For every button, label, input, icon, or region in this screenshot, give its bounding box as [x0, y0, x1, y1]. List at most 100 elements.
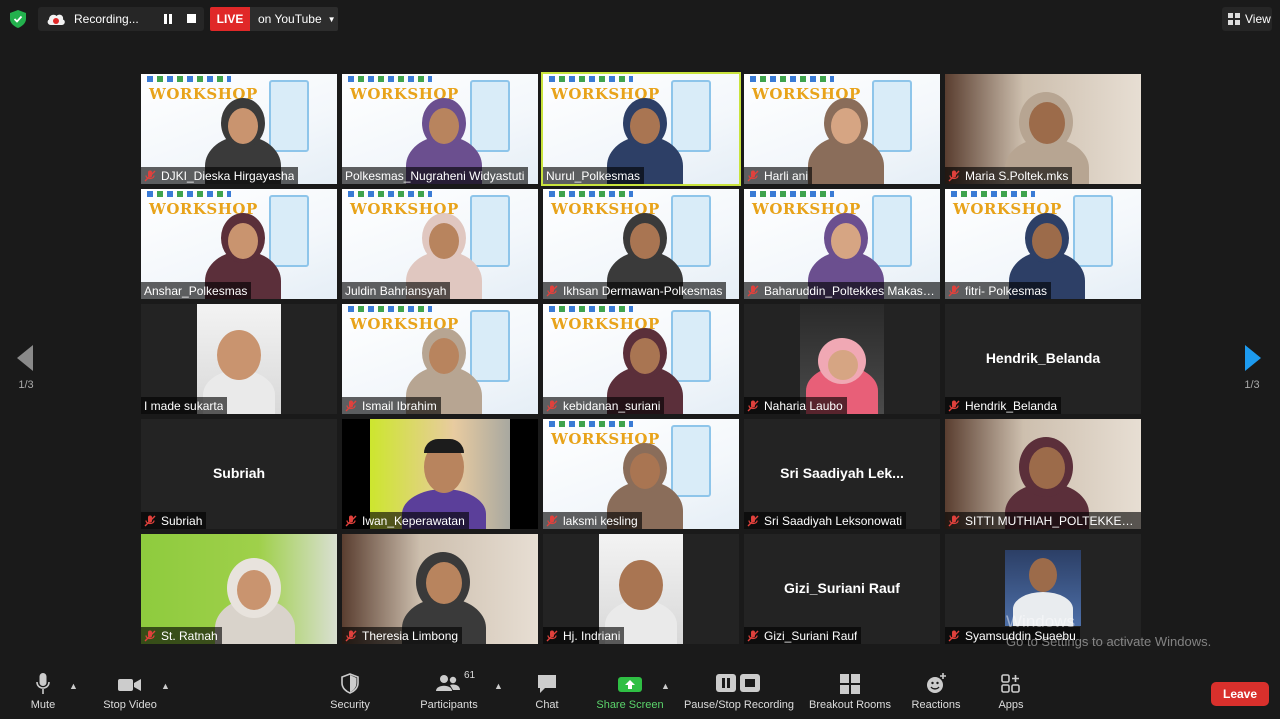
participant-name-bar: Ikhsan Dermawan-Polkesmas	[543, 282, 727, 299]
share-options-caret[interactable]: ▲	[661, 681, 670, 691]
muted-microphone-icon	[948, 285, 960, 296]
muted-microphone-icon	[747, 630, 759, 641]
participant-name-bar: Sri Saadiyah Leksonowati	[744, 512, 907, 529]
muted-microphone-icon	[948, 630, 960, 641]
participant-name: Maria S.Poltek.mks	[965, 168, 1069, 183]
pause-recording-icon[interactable]	[163, 14, 173, 24]
participant-name: Baharuddin_Poltekkes Makass...	[764, 283, 936, 298]
stop-video-button[interactable]: Stop Video	[100, 673, 160, 711]
participant-display-name: Hendrik_Belanda	[985, 350, 1101, 366]
participant-name-bar: Hendrik_Belanda	[945, 397, 1062, 414]
participant-tile[interactable]: WORKSHOP Ismail Ibrahim	[342, 304, 538, 414]
participant-tile[interactable]: WORKSHOP Harli ani	[744, 74, 940, 184]
participant-tile[interactable]: Sri Saadiyah Lek... Sri Saadiyah Leksonow…	[744, 419, 940, 529]
participant-tile[interactable]: I made sukarta	[141, 304, 337, 414]
participant-name-bar: Maria S.Poltek.mks	[945, 167, 1073, 184]
cloud-recording-icon	[47, 14, 65, 25]
participant-display-name: Sri Saadiyah Lek...	[780, 465, 904, 481]
participant-tile[interactable]: WORKSHOP Baharuddin_Poltekkes Makass...	[744, 189, 940, 299]
participant-name-bar: Ismail Ibrahim	[342, 397, 441, 414]
participant-tile[interactable]: WORKSHOP Anshar_Polkesmas	[141, 189, 337, 299]
participant-name: fitri- Polkesmas	[965, 283, 1048, 298]
participant-tile[interactable]: Gizi_Suriani Rauf Gizi_Suriani Rauf	[744, 534, 940, 644]
muted-microphone-icon	[345, 400, 357, 411]
participant-name-bar: Naharia Laubo	[744, 397, 847, 414]
participant-name: Subriah	[161, 513, 203, 528]
stop-video-label: Stop Video	[103, 699, 157, 711]
participant-tile[interactable]: Maria S.Poltek.mks	[945, 74, 1141, 184]
live-platform-label: on YouTube	[258, 12, 322, 26]
participant-name-bar: SITTI MUTHIAH_POLTEKKES ...	[945, 512, 1141, 529]
participant-tile[interactable]: Hendrik_Belanda Hendrik_Belanda	[945, 304, 1141, 414]
pause-stop-recording-button[interactable]: Pause/Stop Recording	[682, 673, 796, 711]
muted-microphone-icon	[345, 630, 357, 641]
participants-button[interactable]: 61 Participants	[418, 670, 480, 711]
breakout-rooms-button[interactable]: Breakout Rooms	[808, 673, 892, 711]
participant-name-bar: Gizi_Suriani Rauf	[744, 627, 862, 644]
participant-name: Harli ani	[764, 168, 809, 183]
participant-display-name: Subriah	[212, 465, 266, 481]
participant-tile[interactable]: Theresia Limbong	[342, 534, 538, 644]
participant-name-bar: Juldin Bahriansyah	[342, 282, 451, 299]
mute-label: Mute	[30, 699, 56, 711]
participant-tile[interactable]: Subriah Subriah	[141, 419, 337, 529]
muted-microphone-icon	[546, 515, 558, 526]
participant-tile[interactable]: WORKSHOP kebidanan_suriani	[543, 304, 739, 414]
participant-name-bar: Baharuddin_Poltekkes Makass...	[744, 282, 940, 299]
participant-tile[interactable]: WORKSHOP Polkesmas_Nugraheni Widyastuti	[342, 74, 538, 184]
participant-tile[interactable]: Iwan_Keperawatan	[342, 419, 538, 529]
muted-microphone-icon	[747, 170, 759, 181]
participant-name: Polkesmas_Nugraheni Widyastuti	[345, 168, 525, 183]
participant-name: DJKI_Dieska Hirgayasha	[161, 168, 295, 183]
security-shield-outline-icon	[341, 673, 359, 694]
security-button[interactable]: Security	[328, 673, 372, 711]
participant-name-bar: fitri- Polkesmas	[945, 282, 1052, 299]
arrow-right-icon	[1245, 345, 1261, 371]
stop-recording-icon[interactable]	[187, 14, 196, 23]
participant-name: kebidanan_suriani	[563, 398, 661, 413]
security-shield-icon[interactable]	[10, 10, 26, 28]
chat-button[interactable]: Chat	[530, 673, 564, 711]
chevron-down-icon: ▼	[327, 14, 336, 24]
chat-bubble-icon	[538, 675, 556, 693]
participant-tile[interactable]: St. Ratnah	[141, 534, 337, 644]
participant-tile[interactable]: SITTI MUTHIAH_POLTEKKES ...	[945, 419, 1141, 529]
muted-microphone-icon	[948, 400, 960, 411]
next-page-button[interactable]: 1/3	[1240, 345, 1264, 405]
participants-icon	[436, 675, 460, 691]
pause-stop-icon	[716, 674, 760, 692]
participant-name: Ismail Ibrahim	[362, 398, 437, 413]
muted-microphone-icon	[345, 515, 357, 526]
pause-stop-recording-label: Pause/Stop Recording	[683, 699, 795, 711]
participant-tile[interactable]: WORKSHOP DJKI_Dieska Hirgayasha	[141, 74, 337, 184]
participant-tile[interactable]: WORKSHOP fitri- Polkesmas	[945, 189, 1141, 299]
participant-tile[interactable]: WORKSHOP Ikhsan Dermawan-Polkesmas	[543, 189, 739, 299]
breakout-rooms-label: Breakout Rooms	[809, 699, 891, 711]
participant-tile[interactable]: Naharia Laubo	[744, 304, 940, 414]
participant-name: SITTI MUTHIAH_POLTEKKES ...	[965, 513, 1137, 528]
live-badge: LIVE	[210, 7, 250, 31]
video-options-caret[interactable]: ▲	[161, 681, 170, 691]
participant-tile[interactable]: Hj. Indriani	[543, 534, 739, 644]
participant-tile[interactable]: WORKSHOP Nurul_Polkesmas	[541, 72, 741, 186]
participant-name-bar: Nurul_Polkesmas	[543, 167, 645, 184]
participant-tile[interactable]: WORKSHOP laksmi kesling	[543, 419, 739, 529]
apps-button[interactable]: Apps	[994, 673, 1028, 711]
view-button[interactable]: View	[1222, 7, 1272, 31]
muted-microphone-icon	[948, 170, 960, 181]
participant-tile[interactable]: WORKSHOP Juldin Bahriansyah	[342, 189, 538, 299]
participant-name-bar: Polkesmas_Nugraheni Widyastuti	[342, 167, 529, 184]
audio-options-caret[interactable]: ▲	[69, 681, 78, 691]
participant-name: Naharia Laubo	[764, 398, 843, 413]
reactions-button[interactable]: Reactions	[908, 673, 964, 711]
live-platform-dropdown[interactable]: on YouTube ▼	[250, 7, 338, 31]
share-screen-button[interactable]: Share Screen	[594, 673, 666, 711]
participant-name: Gizi_Suriani Rauf	[764, 628, 858, 643]
participants-options-caret[interactable]: ▲	[494, 681, 503, 691]
previous-page-button[interactable]: 1/3	[14, 345, 38, 405]
leave-button[interactable]: Leave	[1211, 682, 1269, 706]
mute-button[interactable]: Mute	[26, 673, 60, 711]
participant-name: Juldin Bahriansyah	[345, 283, 447, 298]
participant-name-bar: Iwan_Keperawatan	[342, 512, 469, 529]
participant-name-bar: Hj. Indriani	[543, 627, 625, 644]
